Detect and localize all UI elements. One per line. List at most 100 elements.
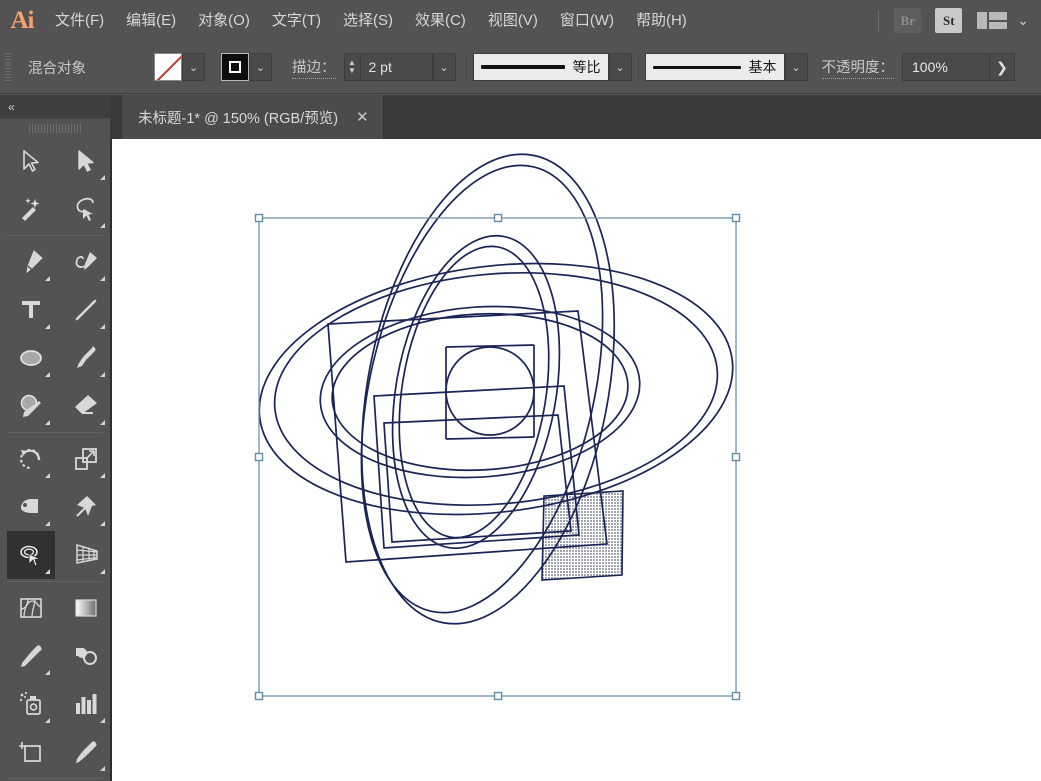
- menu-help[interactable]: 帮助(H): [625, 0, 698, 41]
- tools-panel-grip[interactable]: [0, 119, 110, 137]
- selection-arrow-icon: [23, 150, 39, 172]
- workspace-switcher-icon[interactable]: [977, 12, 1008, 29]
- tool-flyout-corner-icon: [100, 521, 105, 526]
- stock-icon[interactable]: St: [935, 8, 963, 33]
- tool-gradient-tool[interactable]: [62, 584, 110, 632]
- tool-magic-wand-tool[interactable]: [7, 185, 55, 233]
- width-profile-select[interactable]: 等比: [472, 53, 609, 81]
- width-profile-preview-icon: [480, 65, 565, 69]
- menu-object[interactable]: 对象(O): [187, 0, 261, 41]
- tool-flyout-corner-icon: [45, 420, 50, 425]
- menu-effect[interactable]: 效果(C): [404, 0, 477, 41]
- chevron-down-icon[interactable]: ⌄: [1017, 12, 1029, 29]
- control-bar-grip[interactable]: [5, 53, 11, 81]
- menu-file[interactable]: 文件(F): [44, 0, 115, 41]
- tool-direct-selection-tool[interactable]: [62, 137, 110, 185]
- tool-perspective-grid-tool[interactable]: [62, 531, 110, 579]
- tool-width-tool[interactable]: [7, 483, 55, 531]
- tool-separator-2: [7, 432, 103, 433]
- tool-symbol-sprayer-tool[interactable]: [7, 680, 55, 728]
- selection-type-label: 混合对象: [28, 60, 86, 77]
- menu-type[interactable]: 文字(T): [261, 0, 332, 41]
- free-transform-pin-icon: [76, 496, 96, 517]
- menu-edit[interactable]: 编辑(E): [115, 0, 187, 41]
- stroke-weight-input[interactable]: 2 pt: [360, 53, 433, 81]
- artwork-blend-object[interactable]: [110, 139, 1041, 781]
- stroke-weight-chevron-down-icon[interactable]: ⌄: [432, 53, 456, 81]
- tool-slice-tool[interactable]: [62, 728, 110, 776]
- tool-flyout-corner-icon: [100, 223, 105, 228]
- tool-eyedropper-tool[interactable]: [7, 632, 55, 680]
- close-icon[interactable]: ✕: [356, 108, 369, 126]
- ai-logo-icon: Ai: [10, 6, 35, 34]
- brush-preview-icon: [652, 65, 741, 69]
- stroke-weight-stepper[interactable]: ▲ ▼: [343, 53, 361, 81]
- tool-shaper-tool[interactable]: [7, 382, 55, 430]
- tool-blend-tool[interactable]: [7, 531, 55, 579]
- brush-definition-label: 基本: [748, 59, 777, 75]
- canvas-left-border: [110, 139, 112, 781]
- tool-flyout-corner-icon: [45, 521, 50, 526]
- tool-separator-4: [7, 778, 103, 779]
- symbol-sprayer-icon: [19, 691, 41, 715]
- illustrator-window: Ai 文件(F) 编辑(E) 对象(O) 文字(T) 选择(S) 效果(C) 视…: [0, 0, 1041, 781]
- tool-flyout-corner-icon: [100, 569, 105, 574]
- tool-free-transform-tool[interactable]: [62, 483, 110, 531]
- bridge-icon[interactable]: Br: [894, 8, 922, 33]
- magic-wand-icon: [22, 198, 40, 221]
- opacity-expand-icon[interactable]: ❯: [990, 53, 1015, 81]
- tool-curvature-tool[interactable]: [62, 238, 110, 286]
- tool-flyout-corner-icon: [45, 473, 50, 478]
- slice-knife-icon: [76, 741, 97, 763]
- stroke-chevron-down-icon[interactable]: ⌄: [249, 53, 272, 81]
- tool-paintbrush-tool[interactable]: [62, 334, 110, 382]
- rotate-icon: [19, 448, 41, 470]
- tool-scale-tool[interactable]: [62, 435, 110, 483]
- menubar-divider: [878, 9, 880, 32]
- stepper-down-icon[interactable]: ▼: [348, 67, 356, 75]
- tool-eraser-tool[interactable]: [62, 382, 110, 430]
- tool-mesh-tool[interactable]: [7, 584, 55, 632]
- blob-brush-icon: [76, 648, 97, 665]
- fill-swatch[interactable]: [154, 53, 182, 81]
- mesh-icon: [20, 598, 42, 618]
- tool-artboard-tool[interactable]: [7, 728, 55, 776]
- tool-blob-brush-tool[interactable]: [62, 632, 110, 680]
- paintbrush-icon: [77, 346, 96, 368]
- tool-column-graph-tool[interactable]: [62, 680, 110, 728]
- tool-flyout-corner-icon: [45, 324, 50, 329]
- shaper-icon: [20, 394, 41, 417]
- stroke-swatch[interactable]: [221, 53, 249, 81]
- tool-ellipse-tool[interactable]: [7, 334, 55, 382]
- tool-line-segment-tool[interactable]: [62, 286, 110, 334]
- width-profile-label: 等比: [572, 59, 601, 75]
- scale-icon: [75, 448, 97, 470]
- width-profile-chevron-down-icon[interactable]: ⌄: [608, 53, 632, 81]
- document-tab[interactable]: 未标题-1* @ 150% (RGB/预览) ✕: [122, 95, 384, 139]
- tool-type-tool[interactable]: [7, 286, 55, 334]
- tool-rotate-tool[interactable]: [7, 435, 55, 483]
- curvature-pen-icon: [75, 252, 97, 270]
- menu-view[interactable]: 视图(V): [477, 0, 549, 41]
- tool-pen-tool[interactable]: [7, 238, 55, 286]
- tools-panel: «: [0, 95, 110, 781]
- tool-lasso-tool[interactable]: [62, 185, 110, 233]
- tools-panel-header[interactable]: «: [0, 95, 110, 119]
- control-bar: 混合对象 ⌄ ⌄ 描边： ▲ ▼ 2 pt ⌄ 等比 ⌄ 基本 ⌄ 不透明度： …: [0, 41, 1041, 94]
- tool-flyout-corner-icon: [100, 766, 105, 771]
- brush-definition-select[interactable]: 基本: [644, 53, 785, 81]
- opacity-input[interactable]: 100%: [902, 53, 990, 81]
- menu-select[interactable]: 选择(S): [332, 0, 404, 41]
- width-tool-icon: [21, 499, 38, 513]
- tool-flyout-corner-icon: [45, 372, 50, 377]
- tool-separator-3: [7, 581, 103, 582]
- canvas-area[interactable]: [110, 139, 1041, 781]
- artboard-icon: [19, 742, 41, 762]
- lasso-icon: [76, 197, 94, 221]
- collapse-panel-icon[interactable]: «: [8, 100, 15, 114]
- brush-chevron-down-icon[interactable]: ⌄: [784, 53, 808, 81]
- tool-flyout-corner-icon: [100, 276, 105, 281]
- tool-selection-tool[interactable]: [7, 137, 55, 185]
- fill-chevron-down-icon[interactable]: ⌄: [182, 53, 205, 81]
- menu-window[interactable]: 窗口(W): [549, 0, 625, 41]
